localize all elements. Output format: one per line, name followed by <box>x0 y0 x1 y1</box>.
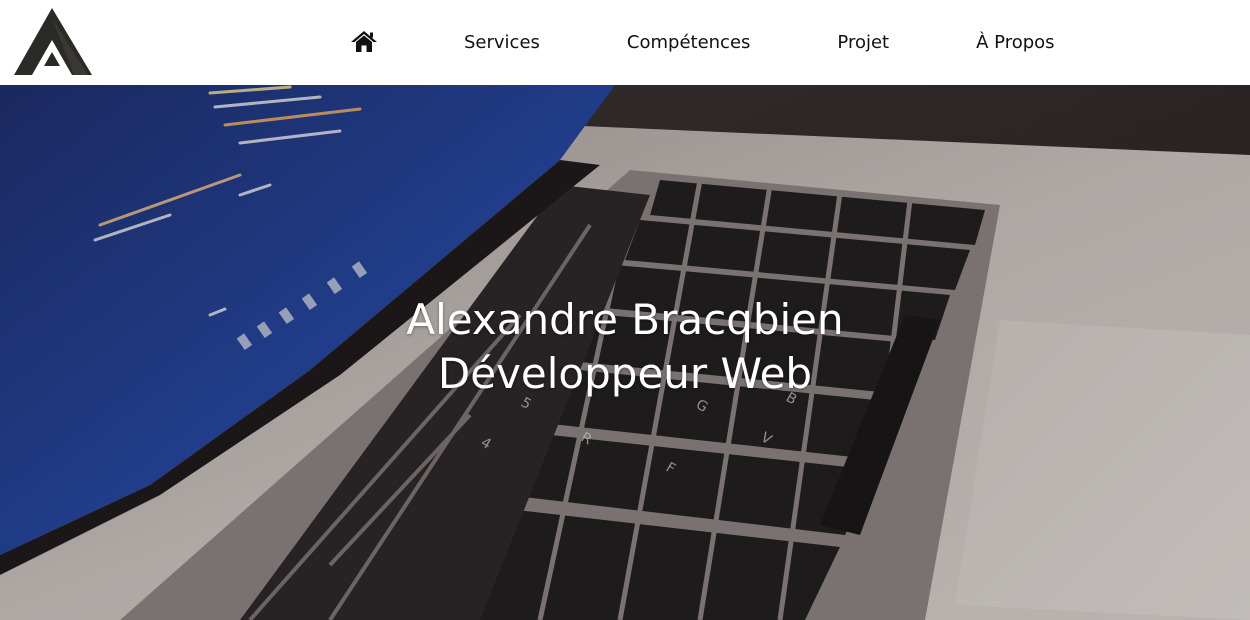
hero-title: Alexandre Bracqbien Développeur Web <box>0 293 1250 401</box>
nav-item-competences[interactable]: Compétences <box>627 32 751 53</box>
nav-item-a-propos[interactable]: À Propos <box>976 32 1054 53</box>
page: Services Compétences Projet À Propos 5 G… <box>0 0 1250 620</box>
triangle-a-logo-icon <box>14 8 92 75</box>
nav-item-services[interactable]: Services <box>464 32 540 53</box>
nav-item-projet[interactable]: Projet <box>837 32 889 53</box>
home-icon <box>351 31 377 52</box>
main-nav: Services Compétences Projet À Propos <box>351 30 1055 54</box>
hero-name: Alexandre Bracqbien <box>406 295 844 344</box>
hero-role: Développeur Web <box>437 349 813 398</box>
site-header: Services Compétences Projet À Propos <box>0 0 1250 85</box>
site-logo[interactable] <box>14 8 94 76</box>
nav-home[interactable] <box>351 31 377 53</box>
hero-section: 5 G B R F V 4 Alexandre Bracqbien Dévelo… <box>0 85 1250 620</box>
